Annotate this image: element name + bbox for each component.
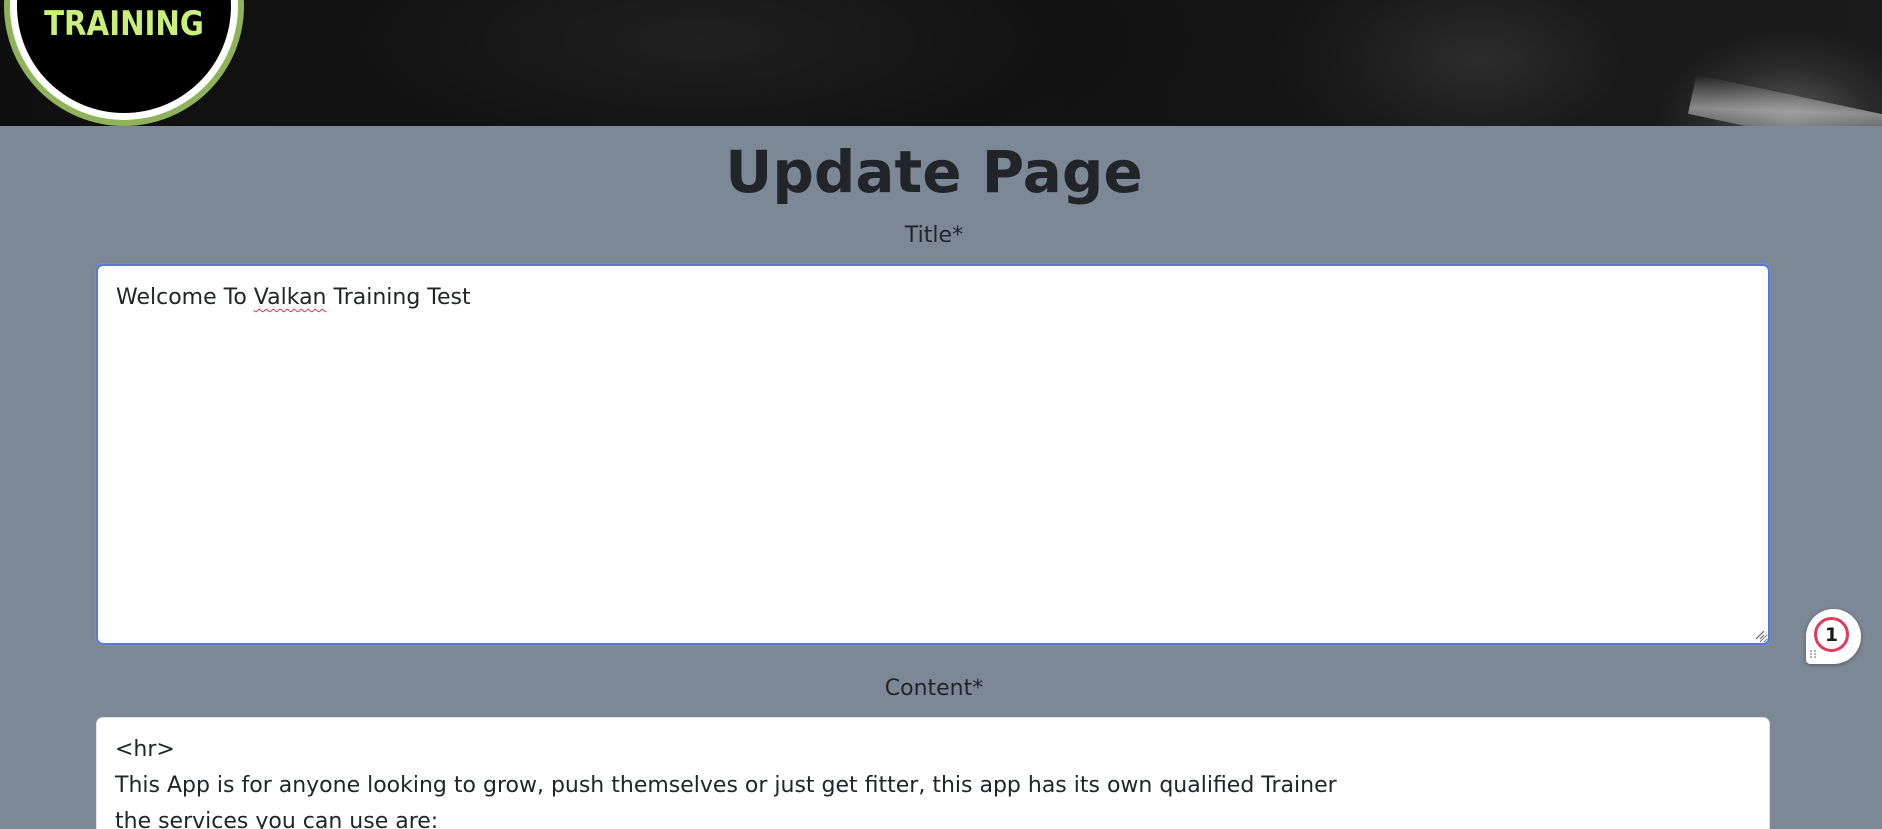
content-label: Content* [884,676,984,701]
badge-count: 1 [1814,617,1849,652]
site-logo[interactable]: TRAINING [4,0,244,126]
page: TRAINING Update Page Title* Welcome To V… [0,0,1882,829]
header-banner: TRAINING [0,0,1882,126]
title-label: Title* [904,223,964,248]
banner-photo-highlight [1688,74,1882,126]
content-line: the services you can use are: [115,809,439,829]
resize-grip-icon[interactable] [1753,628,1765,640]
content-line: This App is for anyone looking to grow, … [115,773,1337,798]
title-text-misspelled-word: Valkan [253,285,327,310]
drag-handle-icon [1810,650,1816,658]
content-textarea[interactable]: <hr> This App is for anyone looking to g… [96,717,1770,829]
notification-badge[interactable]: 1 [1806,609,1861,664]
title-text-after: Training Test [326,285,471,310]
page-title: Update Page [725,138,1143,206]
logo-text: TRAINING [44,4,204,44]
title-textarea[interactable]: Welcome To Valkan Training Test [96,264,1770,645]
content-line: <hr> [115,737,175,762]
title-text-before: Welcome To [116,285,254,310]
